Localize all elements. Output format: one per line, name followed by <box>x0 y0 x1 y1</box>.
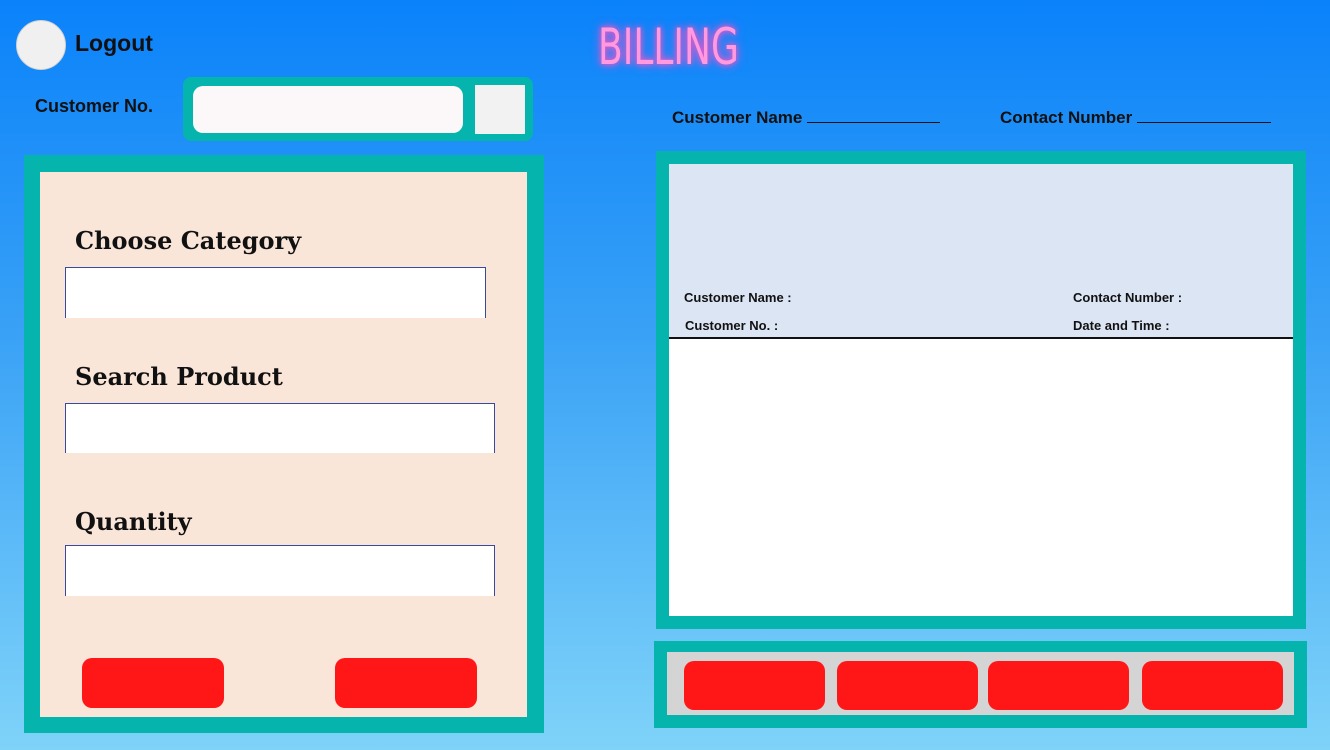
form-action-button-1[interactable] <box>82 658 224 708</box>
customer-name-field: Customer Name <box>672 106 941 128</box>
contact-number-label: Contact Number <box>1000 108 1133 127</box>
customer-no-input[interactable] <box>193 86 463 133</box>
bill-contact-number-label: Contact Number : <box>1073 290 1183 305</box>
search-product-input[interactable] <box>65 403 495 453</box>
logout-avatar[interactable] <box>16 20 66 70</box>
contact-number-blank <box>1137 106 1272 123</box>
bill-action-button-3[interactable] <box>988 661 1129 710</box>
bill-header <box>669 164 1293 339</box>
category-label: Choose Category <box>75 226 302 255</box>
bill-customer-no-label: Customer No. : <box>685 318 779 333</box>
bill-date-time-label: Date and Time : <box>1073 318 1170 333</box>
customer-no-search-button[interactable] <box>475 85 525 134</box>
quantity-input[interactable] <box>65 545 495 596</box>
bill-action-button-4[interactable] <box>1142 661 1283 710</box>
customer-no-label: Customer No. <box>35 96 154 116</box>
bill-action-button-1[interactable] <box>684 661 825 710</box>
bill-action-button-2[interactable] <box>837 661 978 710</box>
customer-name-blank <box>807 106 941 123</box>
bill-customer-name-label: Customer Name : <box>684 290 792 305</box>
contact-number-field: Contact Number <box>1000 106 1272 128</box>
bill-items-area <box>669 339 1293 616</box>
logout-button[interactable]: Logout <box>75 30 153 57</box>
form-action-button-2[interactable] <box>335 658 477 708</box>
page-title: BILLING <box>598 18 739 76</box>
category-input[interactable] <box>65 267 486 318</box>
customer-name-label: Customer Name <box>672 108 803 127</box>
quantity-label: Quantity <box>75 507 192 536</box>
search-product-label: Search Product <box>75 362 283 391</box>
